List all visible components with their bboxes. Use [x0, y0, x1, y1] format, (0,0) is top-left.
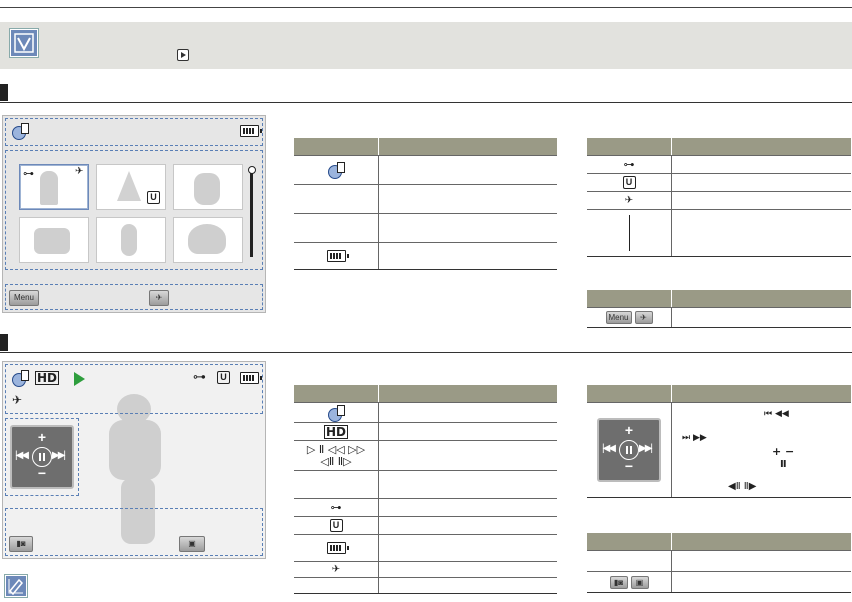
playback-symbols: ▷ Ⅱ ◁◁ ▷▷ [306, 442, 366, 456]
video-play-mode-icon [12, 370, 29, 387]
bottom-bar [5, 508, 263, 556]
pause-icon[interactable] [32, 447, 52, 467]
battery-icon [240, 125, 262, 137]
section-rule [0, 102, 852, 103]
table-f: ▮◙ ▣ [587, 533, 851, 593]
play-mode-icon [177, 49, 189, 61]
menu-button-icon: Menu [605, 311, 632, 324]
playback-mode-button[interactable]: ▣ [179, 536, 205, 552]
bottom-bar [5, 284, 263, 310]
slow-motion-icons: ◀Ⅱ Ⅱ▶ [728, 481, 757, 492]
table-b: ⊶ U ✈ [587, 138, 851, 257]
playback-control[interactable]: + |◀◀ ▶▶| − [10, 425, 74, 489]
thumbnail-2[interactable]: U [96, 164, 166, 210]
hd-icon: HD [35, 371, 60, 385]
thumbnail-6[interactable] [173, 217, 243, 263]
video-play-mode-icon [328, 404, 345, 422]
protect-key-icon: ⊶ [23, 167, 34, 180]
protect-key-icon: ⊶ [623, 158, 635, 171]
share-mark-icon: ✈ [331, 564, 341, 575]
snapshot-button-icon: ▮◙ [609, 575, 628, 589]
share-mark-icon: ✈ [634, 311, 653, 324]
pause-small-icon: Ⅱ [780, 459, 787, 470]
video-play-screen: HD ⊶ U ✈ + |◀◀ ▶▶| − ▮◙ ▣ [2, 361, 266, 559]
table-e: + |◀◀ ▶▶| − ⏮ ◀◀ ⏭ ▶▶ + − Ⅱ ◀Ⅱ Ⅱ▶ [587, 385, 851, 498]
rewind-icon[interactable]: |◀◀ [15, 450, 29, 461]
play-mode-icon [12, 123, 29, 140]
note-banner [0, 22, 852, 69]
u-icon: U [329, 519, 343, 532]
battery-icon [326, 250, 349, 262]
share-mark-icon: ✈ [12, 393, 23, 407]
status-bar [5, 118, 263, 146]
rewind-skip-icons: ⏮ ◀◀ [764, 409, 789, 419]
protect-key-icon: ⊶ [330, 501, 342, 514]
scroll-thumb[interactable] [248, 166, 256, 174]
section-marker [0, 334, 8, 351]
thumbnail-3[interactable] [173, 164, 243, 210]
slow-playback-symbols: ◁Ⅱ Ⅱ▷ [320, 454, 352, 468]
share-mark-icon: ✈ [75, 166, 84, 177]
protect-key-icon: ⊶ [193, 370, 206, 385]
thumbnail-screen: ⊶ ✈ U Menu ✈ [2, 115, 266, 313]
thumbnail-1[interactable]: ⊶ ✈ [19, 164, 89, 210]
table-d: HD ▷ Ⅱ ◁◁ ▷▷ ◁Ⅱ Ⅱ▷ ⊶ U ✈ [294, 385, 557, 594]
thumbnail-4[interactable] [19, 217, 89, 263]
play-mode-icon [328, 162, 345, 179]
snapshot-button[interactable]: ▮◙ [9, 536, 33, 552]
play-icon [74, 372, 85, 386]
battery-icon [240, 372, 262, 384]
forward-skip-icons: ⏭ ▶▶ [682, 433, 707, 443]
share-mark-icon: ✈ [624, 195, 634, 206]
scroll-bar-icon [628, 215, 630, 251]
table-a [294, 138, 557, 270]
note-check-icon [10, 29, 38, 57]
thumbnail-5[interactable] [96, 217, 166, 263]
scroll-bar[interactable] [250, 171, 253, 257]
share-mark-button[interactable]: ✈ [149, 290, 169, 306]
playback-control-icon: + |◀◀ ▶▶| − [597, 418, 661, 482]
u-icon: U [147, 191, 160, 204]
volume-icons: + − [772, 445, 795, 458]
forward-icon[interactable]: ▶▶| [52, 450, 66, 461]
volume-down-icon[interactable]: − [12, 465, 72, 481]
menu-button[interactable]: Menu [9, 290, 39, 306]
note-pen-icon [5, 575, 27, 597]
table-c: Menu ✈ [587, 290, 851, 328]
playback-mode-button-icon: ▣ [630, 575, 649, 589]
top-rule [0, 7, 852, 8]
hd-icon: HD [323, 424, 348, 439]
section-rule [0, 352, 852, 353]
volume-up-icon[interactable]: + [12, 429, 72, 445]
section-marker [0, 84, 8, 101]
battery-icon [326, 542, 349, 554]
u-icon: U [217, 371, 230, 384]
u-icon: U [622, 176, 636, 189]
